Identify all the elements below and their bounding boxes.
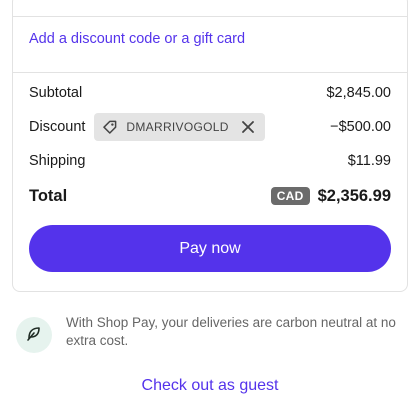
subtotal-label: Subtotal bbox=[29, 85, 83, 101]
add-discount-link[interactable]: Add a discount code or a gift card bbox=[29, 31, 245, 47]
discount-value: −$500.00 bbox=[330, 119, 391, 135]
shop-pay-note: With Shop Pay, your deliveries are carbo… bbox=[16, 314, 406, 353]
leaf-badge bbox=[16, 317, 52, 353]
total-label: Total bbox=[29, 186, 68, 205]
close-icon[interactable] bbox=[241, 120, 255, 134]
discount-code-chip: DMARRIVOGOLD bbox=[94, 113, 265, 141]
total-value: $2,356.99 bbox=[317, 186, 391, 205]
shipping-row: Shipping $11.99 bbox=[29, 151, 391, 171]
pay-now-button[interactable]: Pay now bbox=[29, 225, 391, 272]
carbon-neutral-text: With Shop Pay, your deliveries are carbo… bbox=[66, 315, 396, 348]
discount-label: Discount bbox=[29, 119, 86, 135]
divider bbox=[13, 16, 407, 17]
subtotal-row: Subtotal $2,845.00 bbox=[29, 83, 391, 103]
shipping-value: $11.99 bbox=[347, 153, 391, 169]
checkout-page: Add a discount code or a gift card Subto… bbox=[0, 0, 420, 420]
currency-badge: CAD bbox=[270, 187, 310, 205]
tag-icon bbox=[102, 119, 118, 135]
shipping-label: Shipping bbox=[29, 153, 86, 169]
discount-code: DMARRIVOGOLD bbox=[126, 120, 229, 134]
leaf-icon bbox=[25, 324, 43, 347]
order-summary-card: Add a discount code or a gift card Subto… bbox=[12, 0, 408, 292]
checkout-as-guest-link[interactable]: Check out as guest bbox=[0, 377, 420, 395]
total-row: Total CAD $2,356.99 bbox=[29, 183, 391, 209]
divider bbox=[13, 72, 407, 73]
subtotal-value: $2,845.00 bbox=[326, 85, 391, 101]
discount-row: Discount DMARRIVOGOLD −$500.00 bbox=[29, 113, 391, 141]
